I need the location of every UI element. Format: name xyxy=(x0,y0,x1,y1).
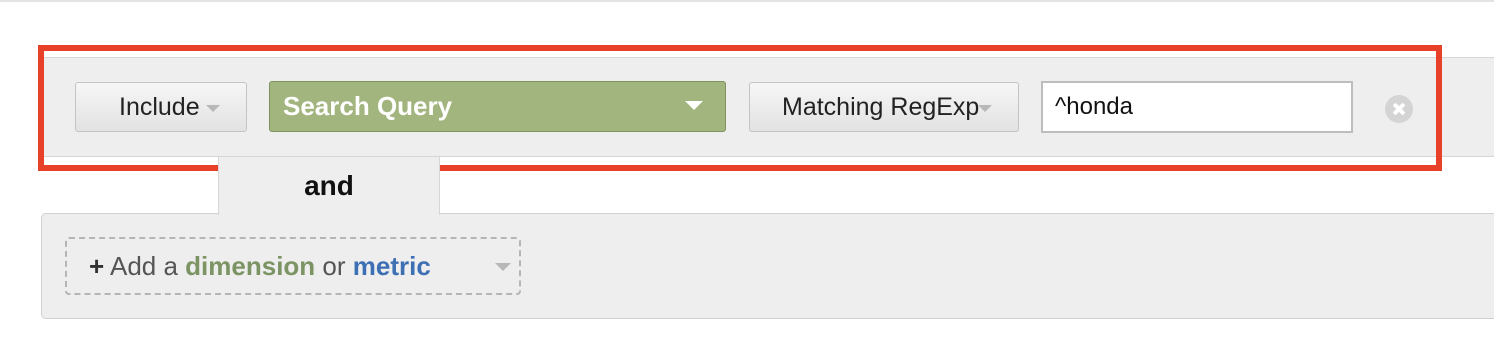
filter-value-input[interactable] xyxy=(1041,81,1353,133)
dimension-link-text: dimension xyxy=(185,251,316,281)
match-type-dropdown[interactable]: Matching RegExp xyxy=(749,82,1019,132)
or-text: or xyxy=(322,251,346,281)
remove-condition-icon[interactable] xyxy=(1385,95,1413,123)
chevron-down-icon xyxy=(685,101,703,110)
match-type-label: Matching RegExp xyxy=(782,93,980,121)
chevron-down-icon xyxy=(206,105,220,112)
and-connector: and xyxy=(218,157,440,215)
chevron-down-icon xyxy=(978,105,992,112)
include-dropdown[interactable]: Include xyxy=(75,82,247,132)
add-prefix-text: Add a xyxy=(109,251,178,281)
top-divider xyxy=(0,0,1494,2)
dimension-dropdown[interactable]: Search Query xyxy=(269,81,726,132)
metric-link-text: metric xyxy=(352,251,431,281)
chevron-down-icon xyxy=(495,263,511,271)
include-label: Include xyxy=(119,93,200,121)
add-dimension-or-metric-button[interactable]: + Add a dimension or metric xyxy=(65,237,521,295)
plus-icon: + xyxy=(89,251,105,281)
dimension-label: Search Query xyxy=(283,91,453,121)
